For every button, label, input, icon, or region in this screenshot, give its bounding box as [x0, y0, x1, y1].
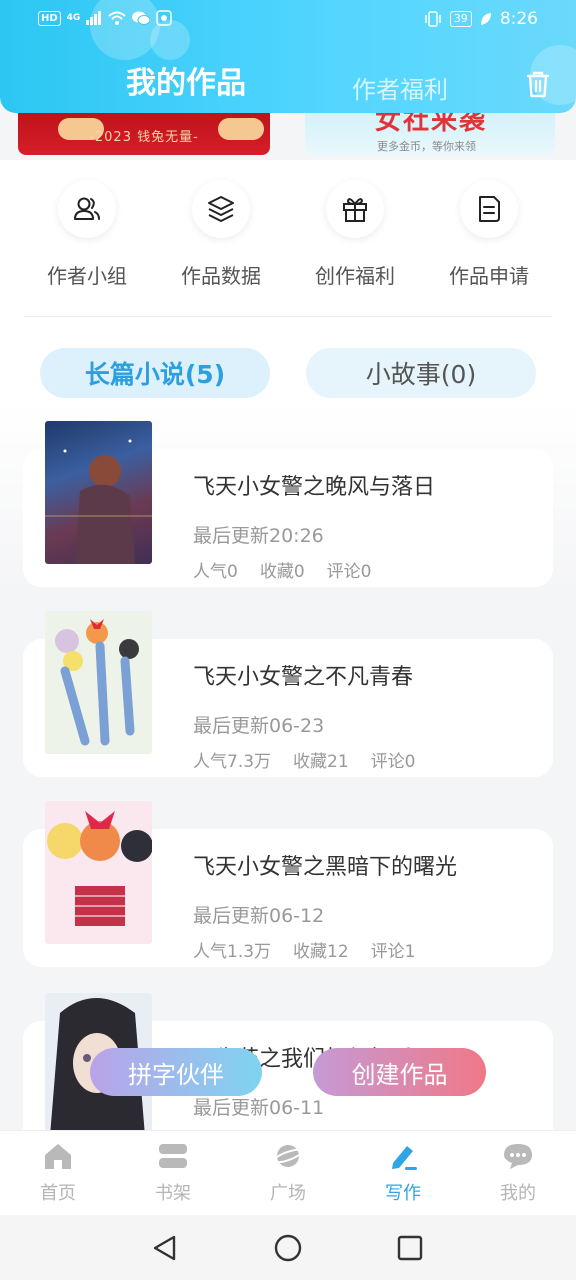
nav-home[interactable]: 首页	[18, 1141, 98, 1205]
quick-actions: 作者小组 作品数据 创作福利 作品申请	[0, 178, 576, 298]
planet-icon	[272, 1145, 304, 1167]
tab-long-novel[interactable]: 长篇小说(5)	[40, 348, 270, 398]
work-favorites: 收藏12	[293, 942, 349, 962]
status-bar: HD 4G 39 8:26	[0, 0, 576, 40]
work-update: 最后更新06-11	[193, 1097, 325, 1119]
nav-label: 广场	[270, 1183, 306, 1204]
bookshelf-icon	[159, 1144, 187, 1168]
work-favorites: 收藏0	[259, 562, 305, 582]
trash-icon[interactable]	[526, 70, 550, 98]
work-popularity: 人气7.3万	[193, 752, 272, 772]
quick-label: 创作福利	[315, 264, 395, 288]
quick-creation-welfare[interactable]: 创作福利	[285, 180, 425, 289]
home-circle-icon[interactable]	[273, 1233, 303, 1263]
work-comments: 评论1	[370, 942, 416, 962]
work-stats: 人气7.3万 收藏21 评论0	[193, 747, 438, 772]
banner-right-subtitle: 更多金币，等你来领	[377, 140, 476, 153]
quick-work-data[interactable]: 作品数据	[151, 180, 291, 289]
layers-icon	[208, 196, 234, 222]
quick-work-apply[interactable]: 作品申请	[419, 180, 559, 289]
work-popularity: 人气0	[193, 562, 238, 582]
work-cover[interactable]	[45, 611, 152, 754]
work-title: 飞天小女警之不凡青春	[193, 665, 414, 690]
hd-indicator: HD	[38, 10, 61, 26]
document-icon	[479, 196, 500, 222]
cover-illustration	[45, 439, 152, 564]
nav-label: 首页	[40, 1183, 76, 1204]
work-comments: 评论0	[370, 752, 416, 772]
quick-label: 作品数据	[181, 264, 261, 288]
nav-plaza[interactable]: 广场	[248, 1141, 328, 1205]
tab-author-welfare[interactable]: 作者福利	[352, 70, 448, 105]
nav-write[interactable]: 写作	[363, 1141, 443, 1205]
home-icon	[45, 1144, 71, 1169]
nav-bookshelf[interactable]: 书架	[133, 1141, 213, 1205]
app-notify-icon	[156, 10, 173, 26]
tab-short-story[interactable]: 小故事(0)	[306, 348, 536, 398]
work-popularity: 人气1.3万	[193, 942, 272, 962]
work-favorites: 收藏21	[293, 752, 349, 772]
nav-label: 书架	[155, 1183, 191, 1204]
work-update: 最后更新20:26	[193, 525, 324, 547]
work-update: 最后更新06-12	[193, 905, 325, 927]
work-update: 最后更新06-23	[193, 715, 325, 737]
wechat-icon	[132, 11, 151, 25]
quick-label: 作者小组	[47, 264, 127, 288]
battery-level: 39	[449, 11, 472, 27]
work-title: 飞天小女警之黑暗下的曙光	[193, 855, 458, 880]
group-icon	[74, 197, 100, 220]
leaf-icon	[480, 13, 491, 25]
work-title: 飞天小女警之晚风与落日	[193, 475, 436, 500]
chat-bubble-icon	[504, 1144, 532, 1169]
app-header: HD 4G 39 8:26 我的作品 作者福利	[0, 0, 576, 113]
quick-label: 作品申请	[449, 264, 529, 288]
recents-icon[interactable]	[395, 1233, 425, 1263]
clock: 8:26	[499, 9, 538, 29]
work-comments: 评论0	[326, 562, 372, 582]
nav-mine[interactable]: 我的	[478, 1141, 558, 1205]
tab-my-works[interactable]: 我的作品	[126, 58, 246, 102]
nav-label: 写作	[385, 1183, 421, 1204]
bottom-nav: 首页 书架 广场 写作 我的	[0, 1130, 576, 1216]
work-cover[interactable]	[45, 421, 152, 564]
work-stats: 人气1.3万 收藏12 评论1	[193, 937, 438, 962]
vibrate-icon	[425, 11, 441, 27]
system-nav-bar	[0, 1215, 576, 1280]
back-icon[interactable]	[150, 1233, 180, 1263]
banner-left-text: -2023 钱兔无量-	[89, 130, 199, 145]
nav-label: 我的	[500, 1183, 536, 1204]
create-work-button[interactable]: 创建作品	[313, 1048, 486, 1096]
word-partner-button[interactable]: 拼字伙伴	[90, 1048, 262, 1096]
wifi-icon	[108, 11, 126, 25]
signal-icon	[86, 11, 102, 25]
quick-author-group[interactable]: 作者小组	[17, 180, 157, 289]
gift-icon	[343, 198, 367, 222]
pen-icon	[392, 1146, 417, 1170]
cover-illustration	[55, 619, 139, 746]
work-cover[interactable]	[45, 801, 152, 944]
work-stats: 人气0 收藏0 评论0	[193, 557, 393, 582]
cover-illustration	[47, 811, 152, 926]
network-type: 4G	[66, 13, 81, 23]
divider	[24, 316, 552, 317]
